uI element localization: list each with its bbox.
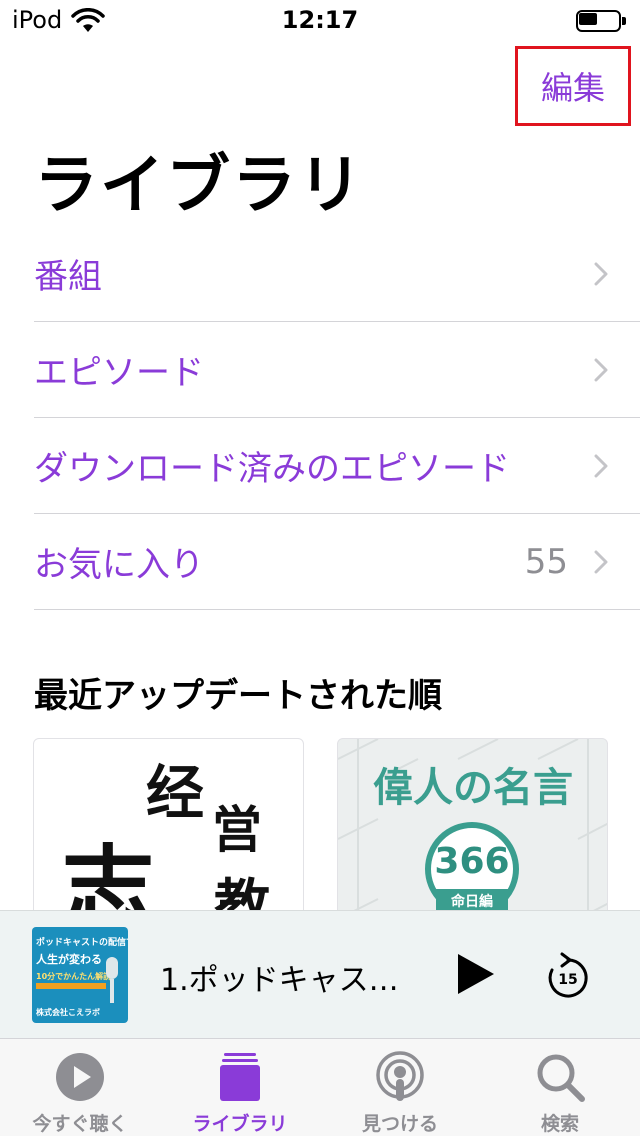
- skip-forward-button[interactable]: 15: [544, 951, 592, 1001]
- library-item-episodes[interactable]: エピソード: [34, 322, 640, 418]
- library-stack-icon: [220, 1053, 260, 1101]
- tab-label: 見つける: [361, 1113, 438, 1135]
- podcast-artwork: 经 営 志 教: [62, 759, 270, 937]
- artwork-text: 株式会社こえラボ: [36, 1008, 100, 1017]
- now-playing-title[interactable]: 1.ポッドキャス…: [160, 955, 410, 999]
- skip-forward-15-icon: 15: [548, 952, 588, 998]
- status-time: 12:17: [281, 6, 359, 34]
- battery-icon: [576, 10, 626, 32]
- chevron-right-icon: [594, 262, 608, 285]
- page-title: ライブラリ: [34, 149, 364, 223]
- artwork-badge-subtitle: 命日編: [450, 893, 493, 910]
- magnifier-icon: [537, 1054, 585, 1102]
- microphone-icon: [106, 957, 118, 1003]
- podcast-artwork: 偉人の名言 366 命日編: [338, 739, 607, 937]
- tab-label: 検索: [540, 1113, 579, 1135]
- artwork-badge-number: 366: [434, 841, 509, 882]
- tab-bar: 今すぐ聴く ライブラリ 見つける 検索: [0, 1038, 640, 1136]
- favorites-count: 55: [524, 541, 568, 582]
- edit-button[interactable]: 編集: [515, 46, 631, 126]
- library-item-label: 番組: [34, 257, 102, 297]
- tab-library[interactable]: ライブラリ: [160, 1039, 320, 1136]
- library-item-label: エピソード: [34, 353, 204, 393]
- library-item-shows[interactable]: 番組: [34, 226, 640, 322]
- status-bar: iPod 12:17: [0, 0, 640, 40]
- artwork-char: 经: [146, 759, 204, 827]
- now-playing-artwork: ポッドキャストの配信で 人生が変わる 10分でかんたん解説 株式会社こえラボ: [32, 927, 128, 1023]
- podcast-tile-ijin[interactable]: 偉人の名言 366 命日編: [337, 738, 608, 938]
- skip-seconds-label: 15: [558, 972, 577, 988]
- artwork-text: 人生が変わる: [36, 953, 102, 966]
- artwork-text: ポッドキャストの配信で: [36, 938, 128, 948]
- podcast-tile-keiei[interactable]: 经 営 志 教: [33, 738, 304, 938]
- chevron-right-icon: [594, 358, 608, 381]
- play-circle-icon: [56, 1053, 104, 1101]
- library-item-favorites[interactable]: お気に入り 55: [34, 514, 640, 610]
- tab-label: 今すぐ聴く: [32, 1113, 128, 1135]
- tab-browse[interactable]: 見つける: [320, 1039, 480, 1136]
- tab-label: ライブラリ: [192, 1113, 288, 1135]
- recent-section-title: 最近アップデートされた順: [34, 676, 442, 716]
- artwork-title: 偉人の名言: [373, 765, 573, 811]
- play-button[interactable]: [452, 951, 498, 997]
- tab-listen-now[interactable]: 今すぐ聴く: [0, 1039, 160, 1136]
- library-item-label: ダウンロード済みのエピソード: [34, 449, 510, 489]
- mini-player[interactable]: ポッドキャストの配信で 人生が変わる 10分でかんたん解説 株式会社こえラボ 1…: [0, 910, 640, 1038]
- artwork-text: 10分でかんたん解説: [36, 972, 112, 981]
- library-item-downloaded[interactable]: ダウンロード済みのエピソード: [34, 418, 640, 514]
- chevron-right-icon: [594, 550, 608, 573]
- chevron-right-icon: [594, 454, 608, 477]
- podcast-antenna-icon: [376, 1051, 424, 1101]
- library-item-label: お気に入り: [34, 545, 204, 585]
- library-list: 番組 エピソード ダウンロード済みのエピソード お気に入り 55: [34, 226, 640, 610]
- artwork-char: 営: [212, 800, 262, 859]
- tab-search[interactable]: 検索: [480, 1039, 640, 1136]
